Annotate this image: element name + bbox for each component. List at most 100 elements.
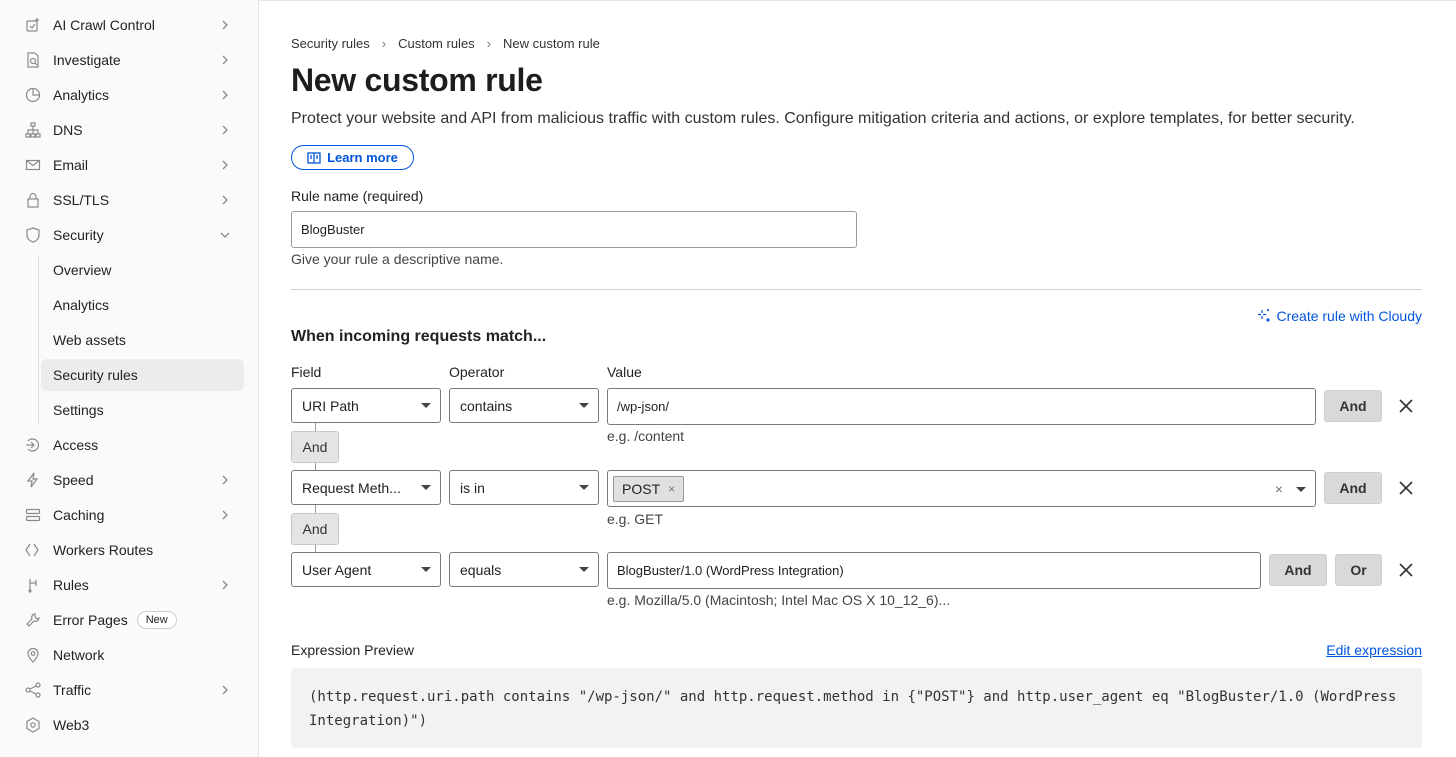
breadcrumb-security-rules[interactable]: Security rules [291, 36, 370, 51]
match-heading: When incoming requests match... [291, 328, 547, 345]
sidebar-subitem-overview[interactable]: Overview [14, 254, 244, 286]
create-rule-with-cloudy-link[interactable]: Create rule with Cloudy [1256, 308, 1422, 324]
remove-condition-icon[interactable] [1397, 561, 1415, 579]
cloudy-link-label: Create rule with Cloudy [1276, 308, 1422, 324]
chevron-right-icon [222, 475, 228, 485]
operator-select[interactable]: contains [449, 388, 599, 423]
caret-down-icon [421, 403, 431, 408]
wrench-icon [24, 611, 42, 629]
sidebar-item-label: Settings [53, 402, 104, 418]
section-divider [291, 289, 1422, 290]
caret-down-icon [579, 567, 589, 572]
page-description: Protect your website and API from malici… [291, 110, 1355, 127]
field-select[interactable]: URI Path [291, 388, 441, 423]
tag-remove-icon[interactable]: × [668, 482, 675, 496]
sidebar-item-network[interactable]: Network [14, 639, 244, 671]
edit-expression-link[interactable]: Edit expression [1326, 642, 1422, 658]
value-hint: e.g. /content [607, 428, 685, 444]
learn-more-button[interactable]: Learn more [291, 145, 414, 170]
value-hint: e.g. Mozilla/5.0 (Macintosh; Intel Mac O… [607, 592, 951, 608]
field-select-value: User Agent [302, 561, 372, 578]
chevron-down-icon [220, 232, 230, 238]
sidebar-item-caching[interactable]: Caching [14, 499, 244, 531]
sidebar-item-analytics[interactable]: Analytics [14, 79, 244, 111]
value-column-header: Value [607, 364, 642, 380]
sidebar-item-label: Error Pages [53, 612, 128, 628]
sidebar-item-investigate[interactable]: Investigate [14, 44, 244, 76]
caret-down-icon[interactable] [1296, 487, 1306, 492]
breadcrumb-custom-rules[interactable]: Custom rules [398, 36, 475, 51]
sidebar-item-label: Analytics [53, 87, 110, 103]
clear-icon[interactable]: × [1275, 481, 1283, 497]
sidebar-subitem-analytics[interactable]: Analytics [14, 289, 244, 321]
expression-preview-label: Expression Preview [291, 642, 414, 658]
sidebar-item-ai-crawl-control[interactable]: AI Crawl Control [14, 9, 244, 41]
sidebar-item-traffic[interactable]: Traffic [14, 674, 244, 706]
analytics-icon [24, 86, 42, 104]
sidebar-item-ssl-tls[interactable]: SSL/TLS [14, 184, 244, 216]
operator-select[interactable]: equals [449, 552, 599, 587]
sidebar-item-label: Rules [53, 577, 89, 593]
sidebar-item-web3[interactable]: Web3 [14, 709, 244, 741]
sparkle-icon [1258, 309, 1271, 322]
workers-icon [24, 541, 42, 559]
learn-more-label: Learn more [327, 150, 398, 165]
ai-crawl-icon [24, 16, 42, 34]
sidebar-item-label: Security [53, 227, 104, 243]
rule-name-input[interactable] [291, 211, 857, 248]
sidebar-subitem-security-rules[interactable]: Security rules [41, 359, 244, 391]
caret-down-icon [579, 403, 589, 408]
lightning-icon [24, 471, 42, 489]
location-pin-icon [24, 646, 42, 664]
selected-tag: POST × [613, 476, 685, 502]
value-multiselect[interactable]: POST × × [607, 470, 1316, 507]
sidebar-subitem-web-assets[interactable]: Web assets [14, 324, 244, 356]
sidebar-item-access[interactable]: Access [14, 429, 244, 461]
and-button[interactable]: And [1324, 390, 1382, 422]
page-title: New custom rule [291, 62, 543, 98]
tag-label: POST [622, 481, 661, 497]
sidebar-item-label: Traffic [53, 682, 92, 698]
sidebar-item-label: Web3 [53, 717, 90, 733]
sidebar-subitem-settings[interactable]: Settings [14, 394, 244, 426]
sidebar-item-workers-routes[interactable]: Workers Routes [14, 534, 244, 566]
chevron-right-icon [222, 125, 228, 135]
and-button[interactable]: And [1269, 554, 1327, 586]
and-connector: And [291, 513, 339, 545]
sidebar-item-label: Overview [53, 262, 112, 278]
sidebar-item-rules[interactable]: Rules [14, 569, 244, 601]
remove-condition-icon[interactable] [1397, 479, 1415, 497]
and-connector: And [291, 431, 339, 463]
investigate-icon [24, 51, 42, 69]
breadcrumb: Security rules › Custom rules › New cust… [291, 36, 600, 51]
operator-select-value: equals [460, 561, 502, 578]
field-select[interactable]: User Agent [291, 552, 441, 587]
sidebar-item-speed[interactable]: Speed [14, 464, 244, 496]
remove-condition-icon[interactable] [1397, 397, 1415, 415]
chevron-right-icon [222, 20, 228, 30]
sidebar-item-error-pages[interactable]: Error Pages New [14, 604, 244, 636]
sidebar-item-label: Network [53, 647, 105, 663]
rules-icon [24, 576, 42, 594]
chevron-right-icon: › [381, 36, 387, 51]
operator-select[interactable]: is in [449, 470, 599, 505]
web3-icon [24, 716, 42, 734]
sidebar-item-label: Security rules [53, 367, 138, 383]
main-content: Security rules › Custom rules › New cust… [291, 0, 1422, 757]
sidebar-item-label: Investigate [53, 52, 121, 68]
and-button[interactable]: And [1324, 472, 1382, 504]
sidebar-item-label: Caching [53, 507, 105, 523]
value-hint: e.g. GET [607, 511, 664, 527]
sidebar-item-label: SSL/TLS [53, 192, 110, 208]
sidebar-item-label: Workers Routes [53, 542, 154, 558]
value-input[interactable] [607, 388, 1316, 425]
sidebar: AI Crawl Control Investigate Analytics D… [0, 0, 259, 757]
operator-select-value: is in [460, 479, 485, 496]
sidebar-item-email[interactable]: Email [14, 149, 244, 181]
sidebar-item-dns[interactable]: DNS [14, 114, 244, 146]
value-input[interactable] [607, 552, 1261, 589]
sidebar-item-security[interactable]: Security [14, 219, 244, 251]
sidebar-item-label: Access [53, 437, 99, 453]
field-select[interactable]: Request Meth... [291, 470, 441, 505]
or-button[interactable]: Or [1335, 554, 1382, 586]
